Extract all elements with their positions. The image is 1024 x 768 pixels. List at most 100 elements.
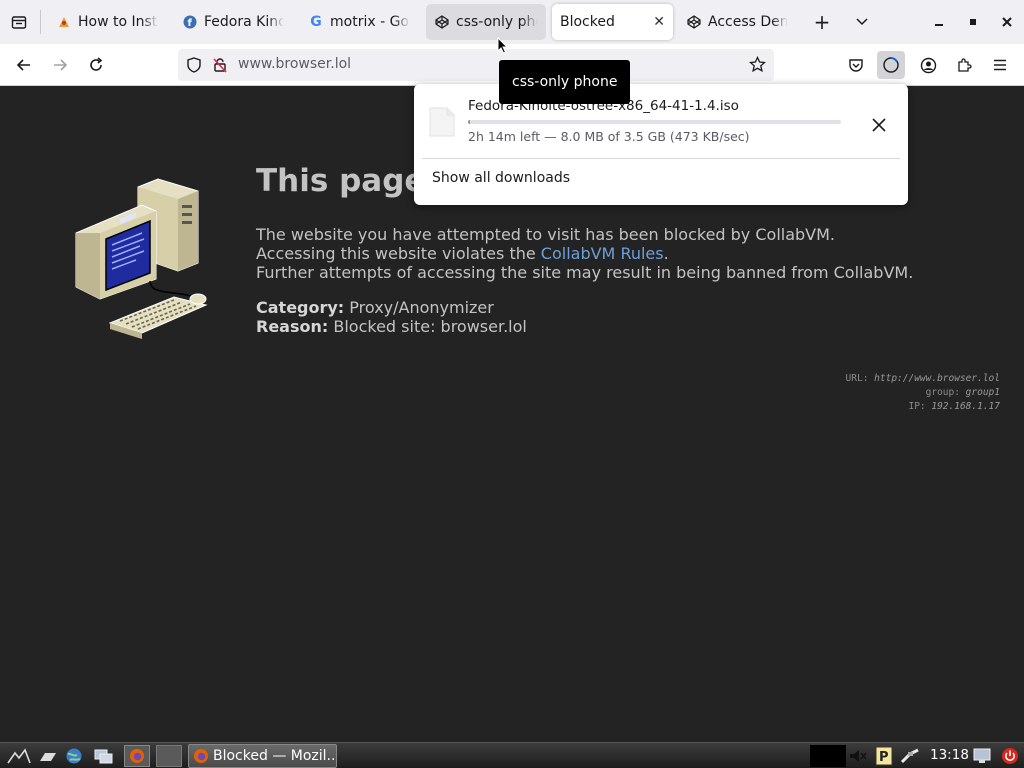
- plus-icon: +: [813, 10, 831, 34]
- tab-label: Access Deni: [708, 14, 788, 30]
- colorful-favicon-icon: [56, 14, 72, 30]
- codepen-icon: [434, 14, 450, 30]
- lxde-logo-icon: [7, 748, 31, 764]
- clock[interactable]: 13:18: [930, 747, 969, 763]
- web-browser-launcher[interactable]: [64, 747, 84, 765]
- show-desktop-button[interactable]: [38, 747, 58, 765]
- rules-line: Accessing this website violates the Coll…: [256, 244, 669, 263]
- ban-warning: Further attempts of accessing the site m…: [256, 263, 914, 282]
- taskbar: Blocked — Mozil... P 13:18: [0, 742, 1024, 768]
- reload-button[interactable]: [82, 51, 110, 79]
- tab-motrix-google[interactable]: G motrix - Goo: [300, 4, 418, 40]
- volume-button[interactable]: [848, 747, 868, 765]
- file-manager-launcher[interactable]: [94, 747, 114, 765]
- collabvm-rules-link[interactable]: CollabVM Rules: [541, 244, 664, 263]
- windows-icon: [94, 749, 113, 764]
- extensions-button[interactable]: [950, 51, 978, 79]
- meta-ip-label: IP:: [908, 401, 932, 412]
- maximize-button[interactable]: [962, 12, 984, 32]
- reason-label: Reason:: [256, 317, 329, 336]
- meta-group-value: group1: [965, 387, 1000, 398]
- mouse-cursor-icon: [497, 36, 509, 58]
- close-icon: [1002, 17, 1012, 27]
- download-progress-icon: [883, 57, 899, 73]
- download-status: 2h 14m left — 8.0 MB of 3.5 GB (473 KB/s…: [468, 129, 750, 144]
- new-tab-button[interactable]: +: [810, 10, 834, 34]
- network-cable-icon: [900, 748, 919, 764]
- meta-url-label: URL:: [845, 373, 875, 384]
- forward-button[interactable]: [46, 51, 74, 79]
- minimize-icon: [935, 24, 943, 26]
- downloads-panel: Fedora-Kinoite-ostree-x86_64-41-1.4.iso …: [414, 84, 908, 205]
- menu-button[interactable]: [986, 51, 1014, 79]
- tab-label: Fedora Kino: [204, 14, 284, 30]
- workspace-switcher[interactable]: [156, 745, 182, 767]
- minimize-button[interactable]: [928, 12, 950, 32]
- hamburger-icon: [994, 59, 1006, 71]
- taskbar-window-button[interactable]: Blocked — Mozil...: [188, 744, 337, 768]
- rules-prefix: Accessing this website violates the: [256, 244, 541, 263]
- taskbar-window-title: Blocked — Mozil...: [213, 748, 337, 764]
- svg-text:P: P: [879, 750, 889, 765]
- back-arrow-icon: [16, 59, 30, 71]
- tab-divider: [40, 10, 41, 34]
- shield-icon[interactable]: [186, 57, 202, 77]
- google-icon: G: [310, 14, 322, 30]
- meta-url: URL: http://www.browser.lol: [846, 373, 1000, 384]
- panel-divider: [422, 158, 900, 159]
- reload-icon: [90, 57, 103, 71]
- firefox-view-button[interactable]: [8, 12, 30, 32]
- network-tray-button[interactable]: [900, 747, 920, 765]
- url-bar[interactable]: www.browser.lol: [178, 49, 774, 81]
- tab-label: Blocked: [560, 14, 615, 30]
- tab-access-denied[interactable]: Access Deni: [678, 4, 796, 40]
- blocked-message: The website you have attempted to visit …: [256, 225, 836, 244]
- clipboard-p-icon: P: [875, 746, 893, 766]
- pocket-icon: [849, 59, 863, 72]
- tab-label: css-only pho: [456, 14, 538, 30]
- start-menu-button[interactable]: [6, 747, 32, 765]
- account-button[interactable]: [914, 51, 942, 79]
- computer-illustration: [70, 177, 210, 346]
- desktop-icon: [40, 753, 56, 761]
- fedora-icon: f: [182, 14, 198, 30]
- account-icon: [920, 57, 936, 73]
- tab-fedora-kinoite[interactable]: f Fedora Kino: [174, 4, 292, 40]
- tab-css-only-phone[interactable]: css-only pho: [426, 4, 546, 40]
- meta-ip-value: 192.168.1.17: [931, 401, 1000, 412]
- download-progress-fill: [468, 120, 470, 124]
- close-window-button[interactable]: [996, 12, 1018, 32]
- firefox-icon: [194, 749, 208, 763]
- tab-label: How to Insta: [78, 14, 158, 30]
- category-label: Category:: [256, 298, 345, 317]
- cancel-download-button[interactable]: [867, 113, 891, 137]
- meta-group: group: group1: [926, 387, 1000, 398]
- chevron-down-icon: [856, 18, 868, 26]
- back-button[interactable]: [10, 51, 38, 79]
- tray-blank-area: [810, 745, 846, 767]
- url-text[interactable]: www.browser.lol: [238, 56, 351, 72]
- tab-label: motrix - Goo: [330, 14, 410, 30]
- insecure-lock-icon[interactable]: [212, 57, 228, 77]
- show-all-downloads-button[interactable]: Show all downloads: [432, 170, 570, 186]
- pocket-button[interactable]: [842, 51, 870, 79]
- logout-button[interactable]: [1000, 747, 1020, 765]
- close-tab-icon[interactable]: ✕: [653, 14, 665, 30]
- parcellite-tray-button[interactable]: P: [874, 746, 894, 766]
- firefox-launcher[interactable]: [124, 745, 150, 767]
- puzzle-icon: [958, 58, 972, 72]
- category-value: Proxy/Anonymizer: [349, 298, 494, 317]
- globe-icon: [66, 748, 82, 764]
- power-icon: [1002, 748, 1018, 764]
- monitor-tray-button[interactable]: [972, 747, 992, 765]
- bookmark-star-icon[interactable]: [748, 55, 767, 77]
- tab-blocked[interactable]: Blocked ✕: [552, 4, 673, 40]
- list-all-tabs-button[interactable]: [850, 10, 874, 34]
- downloads-button[interactable]: [877, 51, 905, 79]
- rules-suffix: .: [663, 244, 669, 263]
- svg-text:f: f: [188, 18, 193, 29]
- file-icon: [428, 106, 456, 142]
- tab-how-to-install[interactable]: How to Insta: [48, 4, 166, 40]
- firefox-view-icon: [11, 16, 27, 29]
- meta-group-label: group:: [925, 387, 966, 398]
